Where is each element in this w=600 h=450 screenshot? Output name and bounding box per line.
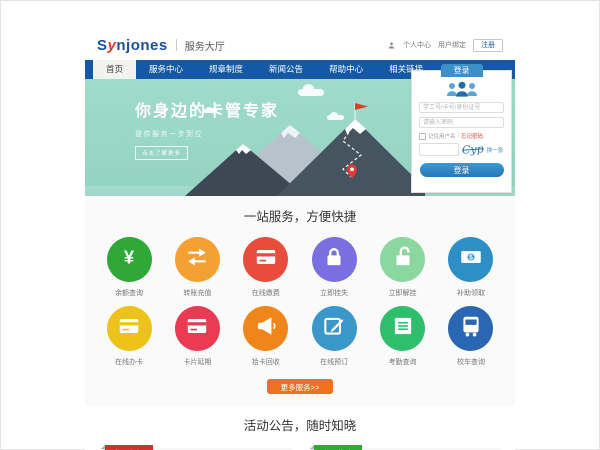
remember-label: 记住用户名: [428, 132, 456, 140]
yen-icon: ¥: [116, 244, 142, 275]
services-section: 一站服务，方便快捷 ¥ 余额查询 转账充值 在线缴费: [85, 196, 515, 406]
service-label: 立即解挂: [389, 288, 417, 298]
cloud-icon: [298, 89, 324, 96]
hero-text: 你身边的卡管专家 提供服务一步到位 点击了解更多: [135, 97, 279, 160]
services-title: 一站服务，方便快捷: [85, 206, 515, 225]
service-item[interactable]: 立即挂失: [306, 237, 362, 298]
service-label: 校车查询: [457, 357, 485, 367]
service-label: 在线预订: [320, 357, 348, 367]
service-item[interactable]: 在线预订: [306, 306, 362, 367]
nav-item-2[interactable]: 规章制度: [196, 60, 256, 79]
megaphone-icon: [253, 313, 279, 344]
banknote-icon: $: [458, 244, 484, 275]
card-icon: [116, 313, 142, 344]
personal-center-link[interactable]: 个人中心: [403, 40, 431, 50]
site-header: S y njones 服务大厅 个人中心 用户绑定 注册: [85, 30, 515, 60]
service-label: 在线缴费: [252, 288, 280, 298]
header-links: 个人中心 用户绑定 注册: [387, 39, 503, 52]
captcha-row: Cyp 换一张: [419, 143, 504, 156]
person-icon: [387, 41, 396, 50]
service-label: 考勤查询: [389, 357, 417, 367]
service-label: 立即挂失: [320, 288, 348, 298]
change-captcha-link[interactable]: 换一张: [487, 146, 504, 154]
transfer-icon: [184, 244, 210, 275]
logo-divider: [176, 39, 177, 51]
screenshot-canvas: S y njones 服务大厅 个人中心 用户绑定 注册 首页服务中心规章制度新…: [0, 0, 600, 450]
more-services-button[interactable]: 更多服务>>: [267, 379, 333, 394]
usage-notice-ribbon[interactable]: 使用须知: [105, 445, 153, 450]
logo-text: S: [97, 37, 108, 54]
bus-icon: [458, 313, 484, 344]
nav-item-3[interactable]: 新闻公告: [256, 60, 316, 79]
hero-banner: 你身边的卡管专家 提供服务一步到位 点击了解更多: [85, 79, 515, 196]
service-item[interactable]: 考勤查询: [375, 306, 431, 367]
users-icon: [445, 81, 479, 98]
announcements-title: 活动公告，随时知晓: [85, 415, 515, 434]
captcha-image: Cyp: [462, 142, 485, 156]
site-subtitle: 服务大厅: [185, 38, 225, 53]
register-button[interactable]: 注册: [473, 39, 503, 52]
login-form: 记住用户名 | 忘记密码 Cyp 换一张 登录: [412, 71, 511, 177]
nav-item-4[interactable]: 帮助中心: [316, 60, 376, 79]
user-binding-link[interactable]: 用户绑定: [438, 40, 466, 50]
captcha-input[interactable]: [419, 143, 459, 156]
service-item[interactable]: 在线缴费: [238, 237, 294, 298]
svg-text:$: $: [469, 254, 473, 261]
separator: |: [458, 133, 459, 139]
service-label: 拾卡回收: [252, 357, 280, 367]
edit-icon: [321, 313, 347, 344]
card-icon: [184, 313, 210, 344]
service-label: 余额查询: [115, 288, 143, 298]
username-input[interactable]: [419, 102, 504, 113]
service-item[interactable]: 校车查询: [443, 306, 499, 367]
usage-guide-ribbon[interactable]: 使用指南: [314, 445, 362, 450]
remember-row: 记住用户名 | 忘记密码: [419, 132, 504, 140]
service-item[interactable]: $ 补助领取: [443, 237, 499, 298]
login-tab[interactable]: 登录: [441, 64, 483, 77]
hero-cta-button[interactable]: 点击了解更多: [135, 146, 188, 160]
service-item[interactable]: ¥ 余额查询: [101, 237, 157, 298]
nav-item-0[interactable]: 首页: [93, 60, 136, 79]
service-item[interactable]: 卡片延期: [169, 306, 225, 367]
hero-subtitle: 提供服务一步到位: [135, 129, 279, 139]
services-row-2: 在线办卡 卡片延期 拾卡回收 在线预订 考勤查询: [85, 298, 515, 367]
password-input[interactable]: [419, 117, 504, 128]
service-label: 在线办卡: [115, 357, 143, 367]
remember-checkbox[interactable]: [419, 133, 426, 140]
lock-icon: [321, 244, 347, 275]
svg-text:¥: ¥: [124, 247, 135, 268]
logo[interactable]: S y njones: [97, 37, 168, 54]
logo-accent: y: [108, 37, 117, 54]
service-item[interactable]: 拾卡回收: [238, 306, 294, 367]
services-row-1: ¥ 余额查询 转账充值 在线缴费 立即挂失: [85, 229, 515, 298]
service-item[interactable]: 在线办卡: [101, 306, 157, 367]
card-icon: [253, 244, 279, 275]
service-item[interactable]: 转账充值: [169, 237, 225, 298]
service-item[interactable]: 立即解挂: [375, 237, 431, 298]
service-label: 补助领取: [457, 288, 485, 298]
forgot-password-link[interactable]: 忘记密码: [461, 132, 483, 140]
announcement-panels: 使用须知 最新公告 更多>> 使用指南 更多>>: [85, 438, 515, 450]
login-panel: 登录 记住用户名: [411, 70, 512, 193]
service-label: 转账充值: [183, 288, 211, 298]
announcements-section: 活动公告，随时知晓 使用须知 最新公告 更多>> 使用指南 更多>>: [85, 406, 515, 450]
page: S y njones 服务大厅 个人中心 用户绑定 注册 首页服务中心规章制度新…: [85, 30, 515, 450]
service-label: 卡片延期: [183, 357, 211, 367]
nav-item-1[interactable]: 服务中心: [136, 60, 196, 79]
login-button[interactable]: 登录: [420, 163, 504, 177]
unlock-icon: [390, 244, 416, 275]
list-icon: [390, 313, 416, 344]
hero-title: 你身边的卡管专家: [135, 97, 279, 121]
logo-text-rest: njones: [116, 37, 167, 54]
